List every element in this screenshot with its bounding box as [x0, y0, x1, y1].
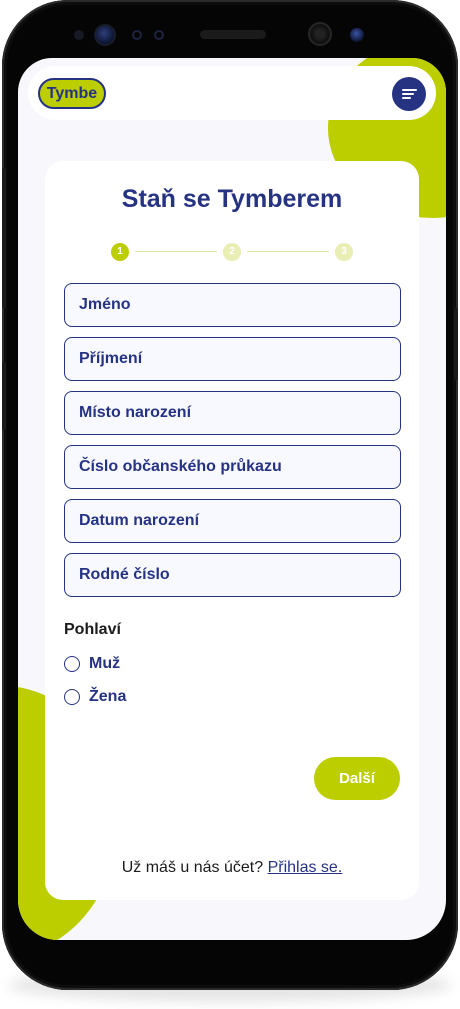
registration-card: Staň se Tymberem 1 2 3 Jméno Příjmení Mí… [45, 161, 419, 900]
gender-label: Pohlaví [64, 621, 121, 638]
last-name-field[interactable]: Příjmení [64, 337, 401, 381]
volume-up-button [2, 168, 6, 308]
id-card-number-field[interactable]: Číslo občanského průkazu [64, 445, 401, 489]
birthplace-field[interactable]: Místo narození [64, 391, 401, 435]
screen: Tymbe Staň se Tymberem 1 2 3 Jméno Příjm… [18, 58, 446, 940]
next-button[interactable]: Další [314, 757, 400, 800]
volume-down-button [2, 362, 6, 430]
light-sensor-icon [350, 28, 364, 42]
power-button [454, 308, 458, 380]
step-indicator: 1 2 3 [111, 243, 353, 261]
step-1: 1 [111, 243, 129, 261]
birth-number-field[interactable]: Rodné číslo [64, 553, 401, 597]
menu-button[interactable] [392, 77, 426, 111]
login-prompt-text: Už máš u nás účet? [121, 859, 264, 876]
sensor-icon [154, 30, 164, 40]
camera-bar [2, 0, 458, 64]
step-connector [135, 251, 217, 252]
radio-label[interactable]: Muž [89, 655, 120, 673]
page-title: Staň se Tymberem [121, 185, 343, 213]
sensor-icon [74, 30, 84, 40]
step-2: 2 [223, 243, 241, 261]
radio-label[interactable]: Žena [89, 688, 126, 706]
sensor-icon [132, 30, 142, 40]
first-name-field[interactable]: Jméno [64, 283, 401, 327]
step-connector [247, 251, 329, 252]
login-prompt: Už máš u nás účet? Přihlas se. [45, 859, 419, 877]
birth-date-field[interactable]: Datum narození [64, 499, 401, 543]
front-camera-icon [94, 24, 116, 46]
speaker-grille [200, 30, 266, 39]
radio-button[interactable] [64, 656, 80, 672]
navbar: Tymbe [28, 66, 436, 120]
logo[interactable]: Tymbe [38, 78, 106, 109]
step-3: 3 [335, 243, 353, 261]
radio-button[interactable] [64, 689, 80, 705]
login-link[interactable]: Přihlas se. [268, 859, 343, 876]
camera-lens-icon [308, 22, 332, 46]
phone-frame: Tymbe Staň se Tymberem 1 2 3 Jméno Příjm… [2, 0, 458, 990]
